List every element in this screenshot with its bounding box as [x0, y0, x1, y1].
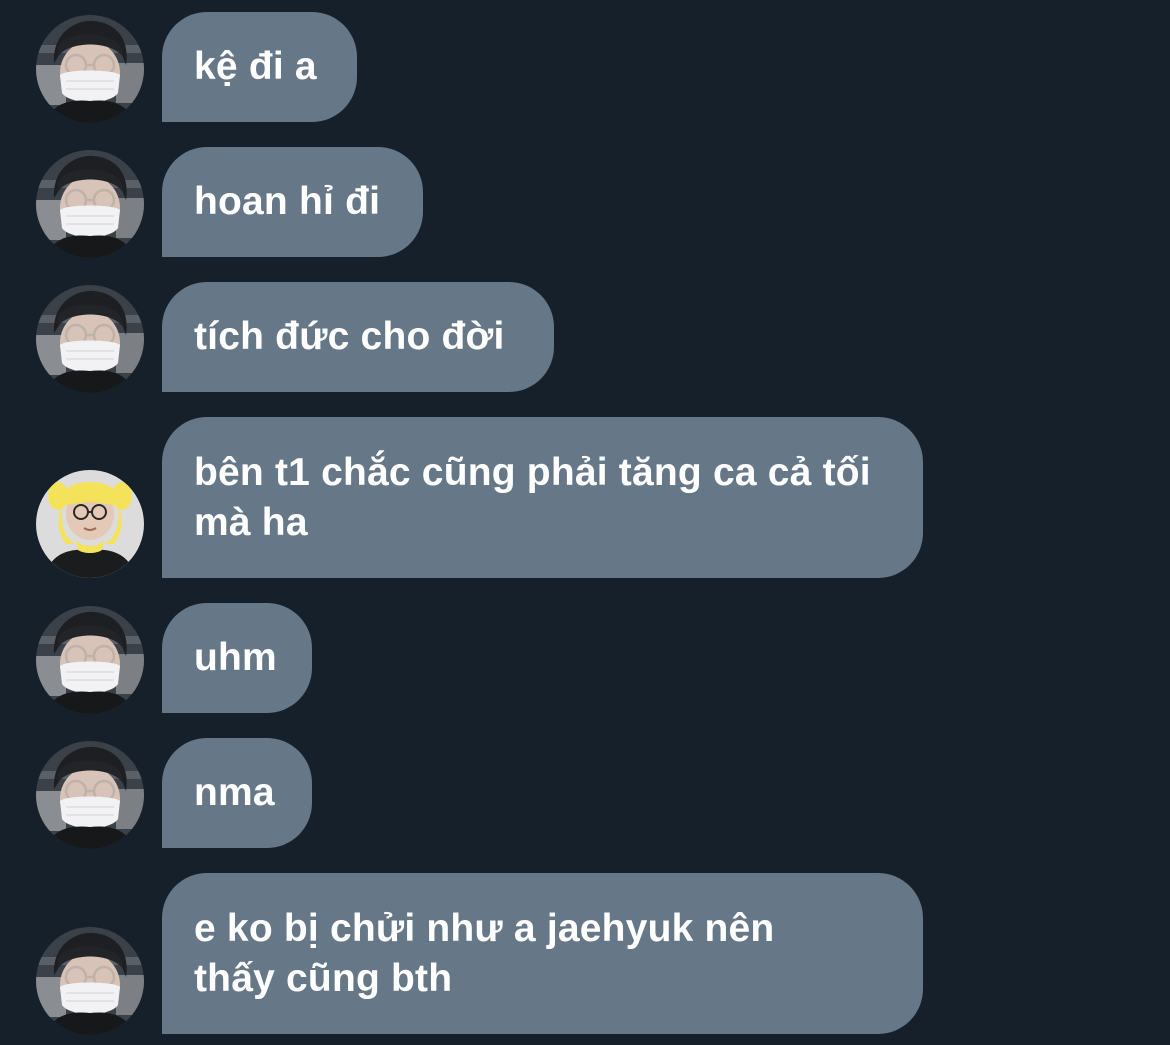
message-text: e ko bị chửi như a jaehyuk nên thấy cũng… [194, 906, 786, 1000]
message-text: hoan hỉ đi [194, 180, 381, 223]
message-text: uhm [194, 636, 277, 679]
masked-user-avatar-icon [36, 285, 144, 393]
avatar[interactable] [36, 927, 144, 1035]
message-row: kệ đi a [0, 12, 1170, 123]
message-text: bên t1 chắc cũng phải tăng ca cả tối mà … [194, 450, 882, 544]
message-bubble[interactable]: kệ đi a [162, 12, 357, 122]
avatar[interactable] [36, 150, 144, 258]
message-row: e ko bị chửi như a jaehyuk nên thấy cũng… [0, 873, 1170, 1035]
avatar[interactable] [36, 470, 144, 578]
message-row: tích đức cho đời [0, 282, 1170, 393]
message-row: hoan hỉ đi [0, 147, 1170, 258]
avatar[interactable] [36, 285, 144, 393]
yellow-hood-user-avatar-icon [36, 470, 144, 578]
message-bubble[interactable]: hoan hỉ đi [162, 147, 423, 257]
message-text: kệ đi a [194, 45, 317, 88]
message-bubble[interactable]: bên t1 chắc cũng phải tăng ca cả tối mà … [162, 417, 923, 578]
masked-user-avatar-icon [36, 741, 144, 849]
message-bubble[interactable]: nma [162, 738, 312, 848]
chat-thread: kệ đi a hoan hỉ đi tích đức cho đời bên … [0, 0, 1170, 1045]
message-bubble[interactable]: tích đức cho đời [162, 282, 554, 392]
avatar[interactable] [36, 606, 144, 714]
avatar[interactable] [36, 15, 144, 123]
message-text: nma [194, 771, 275, 814]
masked-user-avatar-icon [36, 150, 144, 258]
message-row: uhm [0, 603, 1170, 714]
message-bubble[interactable]: e ko bị chửi như a jaehyuk nên thấy cũng… [162, 873, 923, 1034]
message-bubble[interactable]: uhm [162, 603, 312, 713]
message-row: nma [0, 738, 1170, 849]
avatar[interactable] [36, 741, 144, 849]
message-row: bên t1 chắc cũng phải tăng ca cả tối mà … [0, 417, 1170, 578]
message-text: tích đức cho đời [194, 315, 505, 358]
masked-user-avatar-icon [36, 606, 144, 714]
masked-user-avatar-icon [36, 927, 144, 1035]
masked-user-avatar-icon [36, 15, 144, 123]
